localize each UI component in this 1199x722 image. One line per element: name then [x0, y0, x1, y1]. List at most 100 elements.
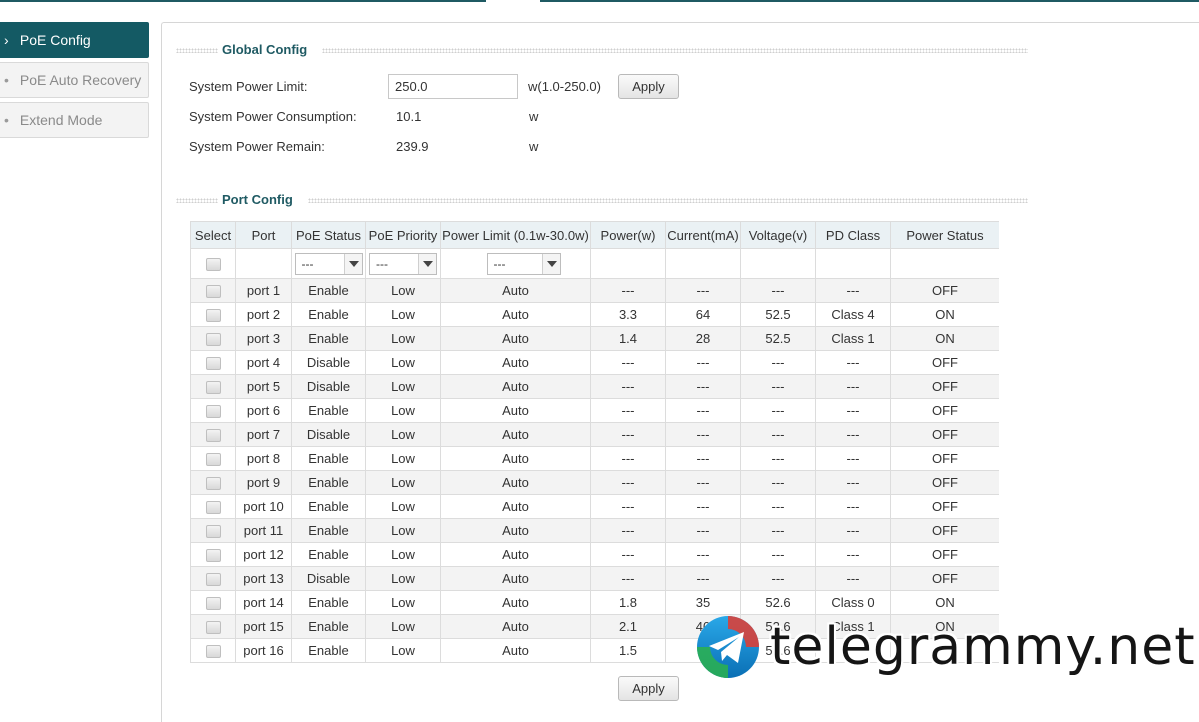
- port-cell: port 15: [235, 614, 292, 639]
- row-select-checkbox[interactable]: [205, 645, 221, 659]
- poe-status-cell: Disable: [291, 566, 366, 591]
- power-limit-cell: Auto: [440, 326, 591, 351]
- table-row[interactable]: port 12 Enable Low Auto --- --- --- --- OFF: [190, 542, 999, 567]
- row-select-checkbox[interactable]: [205, 309, 221, 323]
- table-row[interactable]: port 8 Enable Low Auto --- --- --- --- OFF: [190, 446, 999, 471]
- pd-class-cell: Class 4: [815, 302, 891, 327]
- power-status-cell: ON: [890, 326, 999, 351]
- row-select-checkbox[interactable]: [205, 525, 221, 539]
- power-cell: ---: [590, 350, 666, 375]
- poe-status-select[interactable]: ---: [294, 252, 363, 275]
- power-cell: 3.3: [590, 302, 666, 327]
- power-limit-cell: Auto: [440, 446, 591, 471]
- power-limit-cell: Auto: [440, 302, 591, 327]
- row-select-checkbox[interactable]: [205, 621, 221, 635]
- power-limit-input[interactable]: [388, 74, 518, 99]
- select-cell: [190, 470, 236, 495]
- power-limit-select-value: ---: [493, 256, 506, 271]
- port-table-container[interactable]: Select Port PoE Status PoE Priority Powe…: [190, 221, 999, 665]
- port-cell: port 5: [235, 374, 292, 399]
- power-remain-label: System Power Remain:: [189, 139, 325, 154]
- power-status-cell: OFF: [890, 542, 999, 567]
- table-row[interactable]: port 1 Enable Low Auto --- --- --- --- OFF: [190, 278, 999, 303]
- table-row[interactable]: port 14 Enable Low Auto 1.8 35 52.6 Class 0 ON: [190, 590, 999, 615]
- table-row[interactable]: port 13 Disable Low Auto --- --- --- --- OFF: [190, 566, 999, 591]
- table-row[interactable]: port 6 Enable Low Auto --- --- --- --- OFF: [190, 398, 999, 423]
- select-cell: [190, 446, 236, 471]
- section-divider: [176, 48, 218, 53]
- section-divider: [308, 198, 1028, 203]
- row-select-checkbox[interactable]: [205, 477, 221, 491]
- row-select-checkbox[interactable]: [205, 573, 221, 587]
- table-row[interactable]: port 11 Enable Low Auto --- --- --- --- OFF: [190, 518, 999, 543]
- pd-class-cell: ---: [815, 446, 891, 471]
- pd-class-cell: ---: [815, 398, 891, 423]
- table-row[interactable]: port 9 Enable Low Auto --- --- --- --- OFF: [190, 470, 999, 495]
- row-select-checkbox[interactable]: [205, 549, 221, 563]
- poe-priority-cell: Low: [365, 614, 441, 639]
- poe-status-cell: Enable: [291, 542, 366, 567]
- select-cell: [190, 518, 236, 543]
- table-row[interactable]: port 2 Enable Low Auto 3.3 64 52.5 Class 4 ON: [190, 302, 999, 327]
- current-cell: 64: [665, 302, 741, 327]
- power-status-cell: OFF: [890, 398, 999, 423]
- row-select-checkbox[interactable]: [205, 333, 221, 347]
- poe-priority-select-value: ---: [376, 256, 388, 271]
- power-status-cell: OFF: [890, 470, 999, 495]
- chevron-right-icon: ›: [4, 32, 9, 48]
- poe-priority-cell: Low: [365, 542, 441, 567]
- voltage-cell: ---: [740, 374, 816, 399]
- power-limit-label: System Power Limit:: [189, 79, 308, 94]
- voltage-cell: ---: [740, 566, 816, 591]
- table-row[interactable]: port 3 Enable Low Auto 1.4 28 52.5 Class 1 ON: [190, 326, 999, 351]
- power-cell: 1.8: [590, 590, 666, 615]
- poe-status-cell: Disable: [291, 422, 366, 447]
- poe-priority-cell: Low: [365, 590, 441, 615]
- sidebar-item-label: PoE Config: [19, 32, 91, 48]
- sidebar-item-poe-auto-recovery[interactable]: • PoE Auto Recovery: [0, 62, 149, 98]
- row-select-checkbox[interactable]: [205, 405, 221, 419]
- row-select-checkbox[interactable]: [205, 429, 221, 443]
- power-remain-value: 239.9: [396, 139, 429, 154]
- watermark: telegrammy.net: [696, 615, 1195, 685]
- table-row[interactable]: port 5 Disable Low Auto --- --- --- --- OFF: [190, 374, 999, 399]
- poe-status-cell: Enable: [291, 494, 366, 519]
- row-select-checkbox[interactable]: [205, 285, 221, 299]
- power-status-cell: OFF: [890, 518, 999, 543]
- power-cell: ---: [590, 542, 666, 567]
- column-header-power: Power(w): [590, 221, 666, 249]
- table-row[interactable]: port 4 Disable Low Auto --- --- --- --- OFF: [190, 350, 999, 375]
- section-divider: [322, 48, 1028, 53]
- select-all-checkbox[interactable]: [205, 258, 221, 272]
- table-row[interactable]: port 7 Disable Low Auto --- --- --- --- OFF: [190, 422, 999, 447]
- power-status-cell: OFF: [890, 446, 999, 471]
- port-cell: port 16: [235, 638, 292, 663]
- current-cell: ---: [665, 374, 741, 399]
- top-divider: [0, 0, 1199, 2]
- power-limit-select[interactable]: ---: [486, 252, 561, 275]
- row-select-checkbox[interactable]: [205, 357, 221, 371]
- apply-ports-button[interactable]: Apply: [618, 676, 679, 701]
- power-limit-cell: Auto: [440, 470, 591, 495]
- select-cell: [190, 326, 236, 351]
- row-select-checkbox[interactable]: [205, 453, 221, 467]
- poe-priority-cell: Low: [365, 326, 441, 351]
- power-cell: ---: [590, 422, 666, 447]
- row-select-checkbox[interactable]: [205, 381, 221, 395]
- power-limit-cell: Auto: [440, 566, 591, 591]
- power-status-cell: OFF: [890, 278, 999, 303]
- poe-priority-select[interactable]: ---: [369, 252, 437, 275]
- sidebar-item-poe-config[interactable]: › PoE Config: [0, 22, 149, 58]
- port-cell: port 8: [235, 446, 292, 471]
- sidebar-item-extend-mode[interactable]: • Extend Mode: [0, 102, 149, 138]
- row-select-checkbox[interactable]: [205, 501, 221, 515]
- port-table: Select Port PoE Status PoE Priority Powe…: [190, 221, 999, 663]
- apply-global-button[interactable]: Apply: [618, 74, 679, 99]
- poe-priority-cell: Low: [365, 278, 441, 303]
- row-select-checkbox[interactable]: [205, 597, 221, 611]
- poe-status-cell: Enable: [291, 590, 366, 615]
- port-cell: port 13: [235, 566, 292, 591]
- table-row[interactable]: port 10 Enable Low Auto --- --- --- --- OFF: [190, 494, 999, 519]
- voltage-cell: ---: [740, 542, 816, 567]
- current-cell: ---: [665, 278, 741, 303]
